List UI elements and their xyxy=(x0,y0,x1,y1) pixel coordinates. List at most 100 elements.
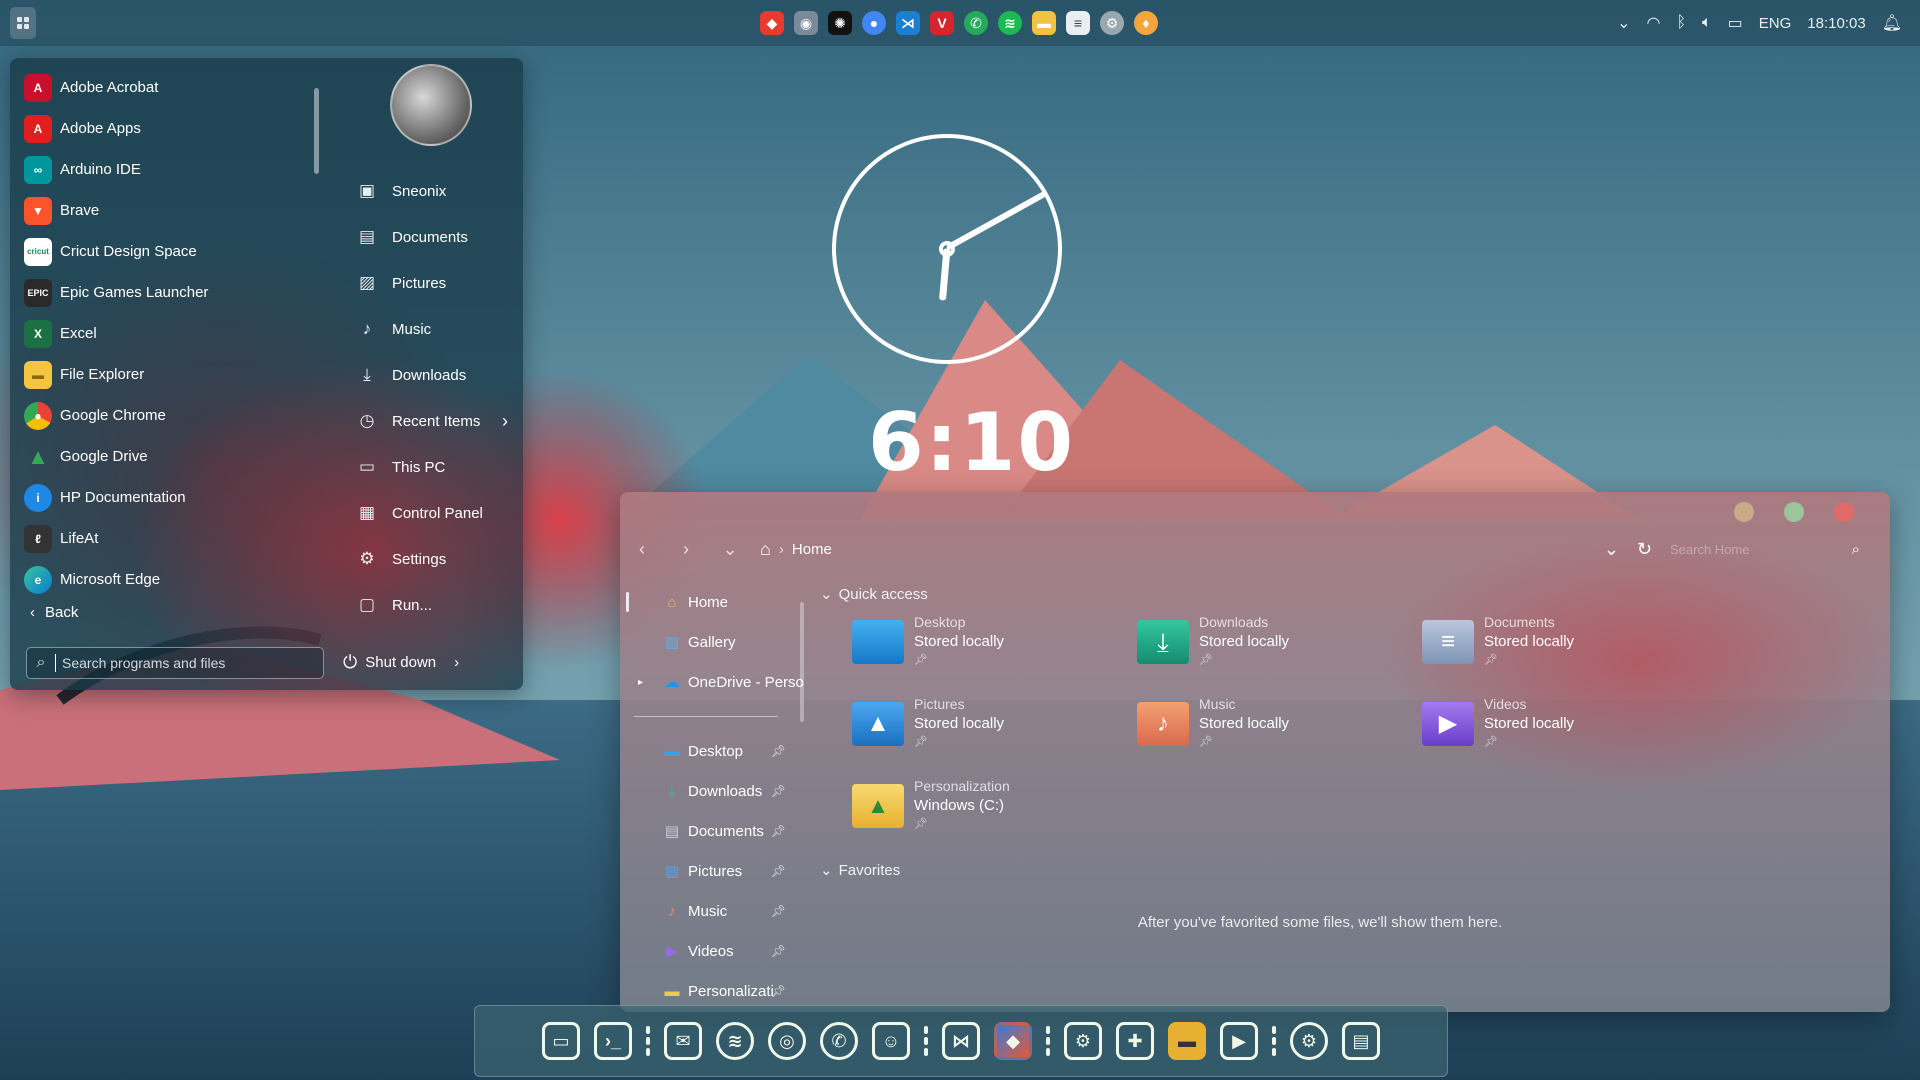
sidebar-item-downloads[interactable]: ⤓ Downloads 📌︎ xyxy=(620,771,810,811)
bluetooth-icon[interactable]: ᛒ xyxy=(1676,14,1686,32)
app-list-scrollbar[interactable] xyxy=(314,88,319,174)
media-player-icon[interactable]: ▶ xyxy=(1220,1022,1258,1060)
sidebar-scrollbar[interactable] xyxy=(800,602,804,722)
place-this-pc[interactable]: ▭ This PC xyxy=(340,444,520,490)
chrome-icon[interactable]: ◎ xyxy=(768,1022,806,1060)
back-button[interactable]: ‹ Back xyxy=(30,604,78,621)
quick-access-tile[interactable]: ▲ Personalization Windows (C:) 📌︎ xyxy=(852,778,1137,844)
place-recent-items[interactable]: ◷ Recent Items › xyxy=(340,398,520,444)
drop-icon[interactable]: ♦ xyxy=(1134,11,1158,35)
place-user[interactable]: ▣ Sneonix xyxy=(340,168,520,214)
vscode-icon[interactable]: ⋈ xyxy=(942,1022,980,1060)
place-documents[interactable]: ▤ Documents xyxy=(340,214,520,260)
sidebar-item-onedrive[interactable]: ▸ ☁ OneDrive - Perso xyxy=(620,662,810,702)
place-downloads[interactable]: ⤓ Downloads xyxy=(340,352,520,398)
gear-icon[interactable]: ⚙ xyxy=(1290,1022,1328,1060)
app-item[interactable]: e Microsoft Edge xyxy=(10,559,330,600)
forward-arrow-icon[interactable]: › xyxy=(664,539,708,560)
quick-access-header[interactable]: ⌄ Quick access xyxy=(820,582,1880,606)
app-item[interactable]: i HP Documentation xyxy=(10,477,330,518)
vivaldi-icon[interactable]: V xyxy=(930,11,954,35)
spotify-icon[interactable]: ≋ xyxy=(716,1022,754,1060)
back-arrow-icon[interactable]: ‹ xyxy=(620,539,664,560)
app-icon[interactable]: ◆ xyxy=(760,11,784,35)
sidebar-item-desktop[interactable]: ▬ Desktop 📌︎ xyxy=(620,731,810,771)
whatsapp-icon[interactable]: ✆ xyxy=(820,1022,858,1060)
breadcrumb[interactable]: Home xyxy=(792,541,832,558)
language-indicator[interactable]: ENG xyxy=(1759,15,1792,32)
terminal-icon[interactable]: ›_ xyxy=(594,1022,632,1060)
place-run[interactable]: ▢ Run... xyxy=(340,582,520,628)
place-pictures[interactable]: ▨ Pictures xyxy=(340,260,520,306)
steam-icon[interactable]: ⚙ xyxy=(1064,1022,1102,1060)
git-icon[interactable]: ◆ xyxy=(994,1022,1032,1060)
chevron-right-icon[interactable]: ▸ xyxy=(638,677,643,688)
epic-icon: EPIC xyxy=(24,278,52,307)
wifi-icon[interactable]: ◠ xyxy=(1646,13,1660,33)
favorites-header[interactable]: ⌄ Favorites xyxy=(820,858,1880,882)
notification-bell-icon[interactable]: 🔔︎ xyxy=(1882,13,1902,33)
app-item[interactable]: EPIC Epic Games Launcher xyxy=(10,272,330,313)
dock-separator xyxy=(646,1026,650,1056)
app-item[interactable]: X Excel xyxy=(10,313,330,354)
folder-icon[interactable]: ▬ xyxy=(1032,11,1056,35)
quick-access-tile[interactable]: ≡ Documents Stored locally 📌︎ xyxy=(1422,614,1707,680)
sidebar-item-home[interactable]: ⌂ Home xyxy=(620,582,810,622)
app-item[interactable]: ▲ Google Drive xyxy=(10,436,330,477)
chevron-down-icon[interactable]: ⌄ xyxy=(1604,539,1619,560)
refresh-icon[interactable]: ↻ xyxy=(1637,539,1652,560)
openai-icon[interactable]: ✺ xyxy=(828,11,852,35)
folder-icon[interactable]: ▬ xyxy=(1168,1022,1206,1060)
app-item[interactable]: cricut Cricut Design Space xyxy=(10,231,330,272)
app-item[interactable]: ▼ Brave xyxy=(10,190,330,231)
minimize-button[interactable] xyxy=(1734,502,1754,522)
app-item[interactable]: ∞ Arduino IDE xyxy=(10,149,330,190)
tray-clock[interactable]: 18:10:03 xyxy=(1807,15,1865,32)
vscode-icon[interactable]: ⋊ xyxy=(896,11,920,35)
quick-access-tile[interactable]: ⤓ Downloads Stored locally 📌︎ xyxy=(1137,614,1422,680)
notepad-icon[interactable]: ≡ xyxy=(1066,11,1090,35)
maximize-button[interactable] xyxy=(1784,502,1804,522)
start-button[interactable] xyxy=(10,7,36,39)
sidebar-item-gallery[interactable]: ▨ Gallery xyxy=(620,622,810,662)
place-settings[interactable]: ⚙ Settings xyxy=(340,536,520,582)
close-button[interactable] xyxy=(1834,502,1854,522)
place-control-panel[interactable]: ▦ Control Panel xyxy=(340,490,520,536)
search-input[interactable]: ⌕ Search programs and files xyxy=(26,647,324,679)
quick-access-tile[interactable]: ▲ Pictures Stored locally 📌︎ xyxy=(852,696,1137,762)
quick-access-tile[interactable]: Desktop Stored locally 📌︎ xyxy=(852,614,1137,680)
whatsapp-icon[interactable]: ✆ xyxy=(964,11,988,35)
explorer-search-input[interactable]: Search Home ⌕ xyxy=(1670,536,1860,562)
avatar[interactable] xyxy=(390,64,472,146)
mail-icon[interactable]: ✉ xyxy=(664,1022,702,1060)
battery-icon[interactable]: ▭ xyxy=(1728,13,1743,33)
gamepad-icon[interactable]: ✚ xyxy=(1116,1022,1154,1060)
app-item[interactable]: ● Google Chrome xyxy=(10,395,330,436)
quick-access-tile[interactable]: ▶ Videos Stored locally 📌︎ xyxy=(1422,696,1707,762)
app-item[interactable]: A Adobe Apps xyxy=(10,108,330,149)
navigation-bar: ‹ › ⌄ ⌂ › Home ⌄ ↻ Search Home ⌕ xyxy=(620,532,1890,566)
app-item[interactable]: A Adobe Acrobat xyxy=(10,67,330,108)
explorer-search-placeholder: Search Home xyxy=(1670,541,1750,557)
system-tray: ⌄ ◠ ᛒ 🔈︎ ▭ ENG 18:10:03 🔔︎ xyxy=(1617,0,1902,46)
app-item[interactable]: ▬ File Explorer xyxy=(10,354,330,395)
place-music[interactable]: ♪ Music xyxy=(340,306,520,352)
quick-access-tile[interactable]: ♪ Music Stored locally 📌︎ xyxy=(1137,696,1422,762)
camera-icon[interactable]: ◉ xyxy=(794,11,818,35)
discord-icon[interactable]: ☺ xyxy=(872,1022,910,1060)
recent-locations-icon[interactable]: ⌄ xyxy=(708,539,752,560)
archive-icon[interactable]: ▤ xyxy=(1342,1022,1380,1060)
spotify-icon[interactable]: ≋ xyxy=(998,11,1022,35)
computer-icon[interactable]: ▭ xyxy=(542,1022,580,1060)
settings-icon[interactable]: ⚙ xyxy=(1100,11,1124,35)
shutdown-button[interactable]: ⏻ Shut down › xyxy=(343,647,459,677)
sidebar-item-pictures[interactable]: ▨ Pictures 📌︎ xyxy=(620,851,810,891)
home-icon[interactable]: ⌂ xyxy=(760,539,771,560)
chrome-icon[interactable]: ● xyxy=(862,11,886,35)
volume-icon[interactable]: 🔈︎ xyxy=(1702,14,1712,32)
sidebar-item-videos[interactable]: ▶ Videos 📌︎ xyxy=(620,931,810,971)
chevron-down-icon[interactable]: ⌄ xyxy=(1617,13,1630,33)
arduino-icon: ∞ xyxy=(24,155,52,184)
sidebar-item-documents[interactable]: ▤ Documents 📌︎ xyxy=(620,811,810,851)
app-item[interactable]: ℓ LifeAt xyxy=(10,518,330,559)
